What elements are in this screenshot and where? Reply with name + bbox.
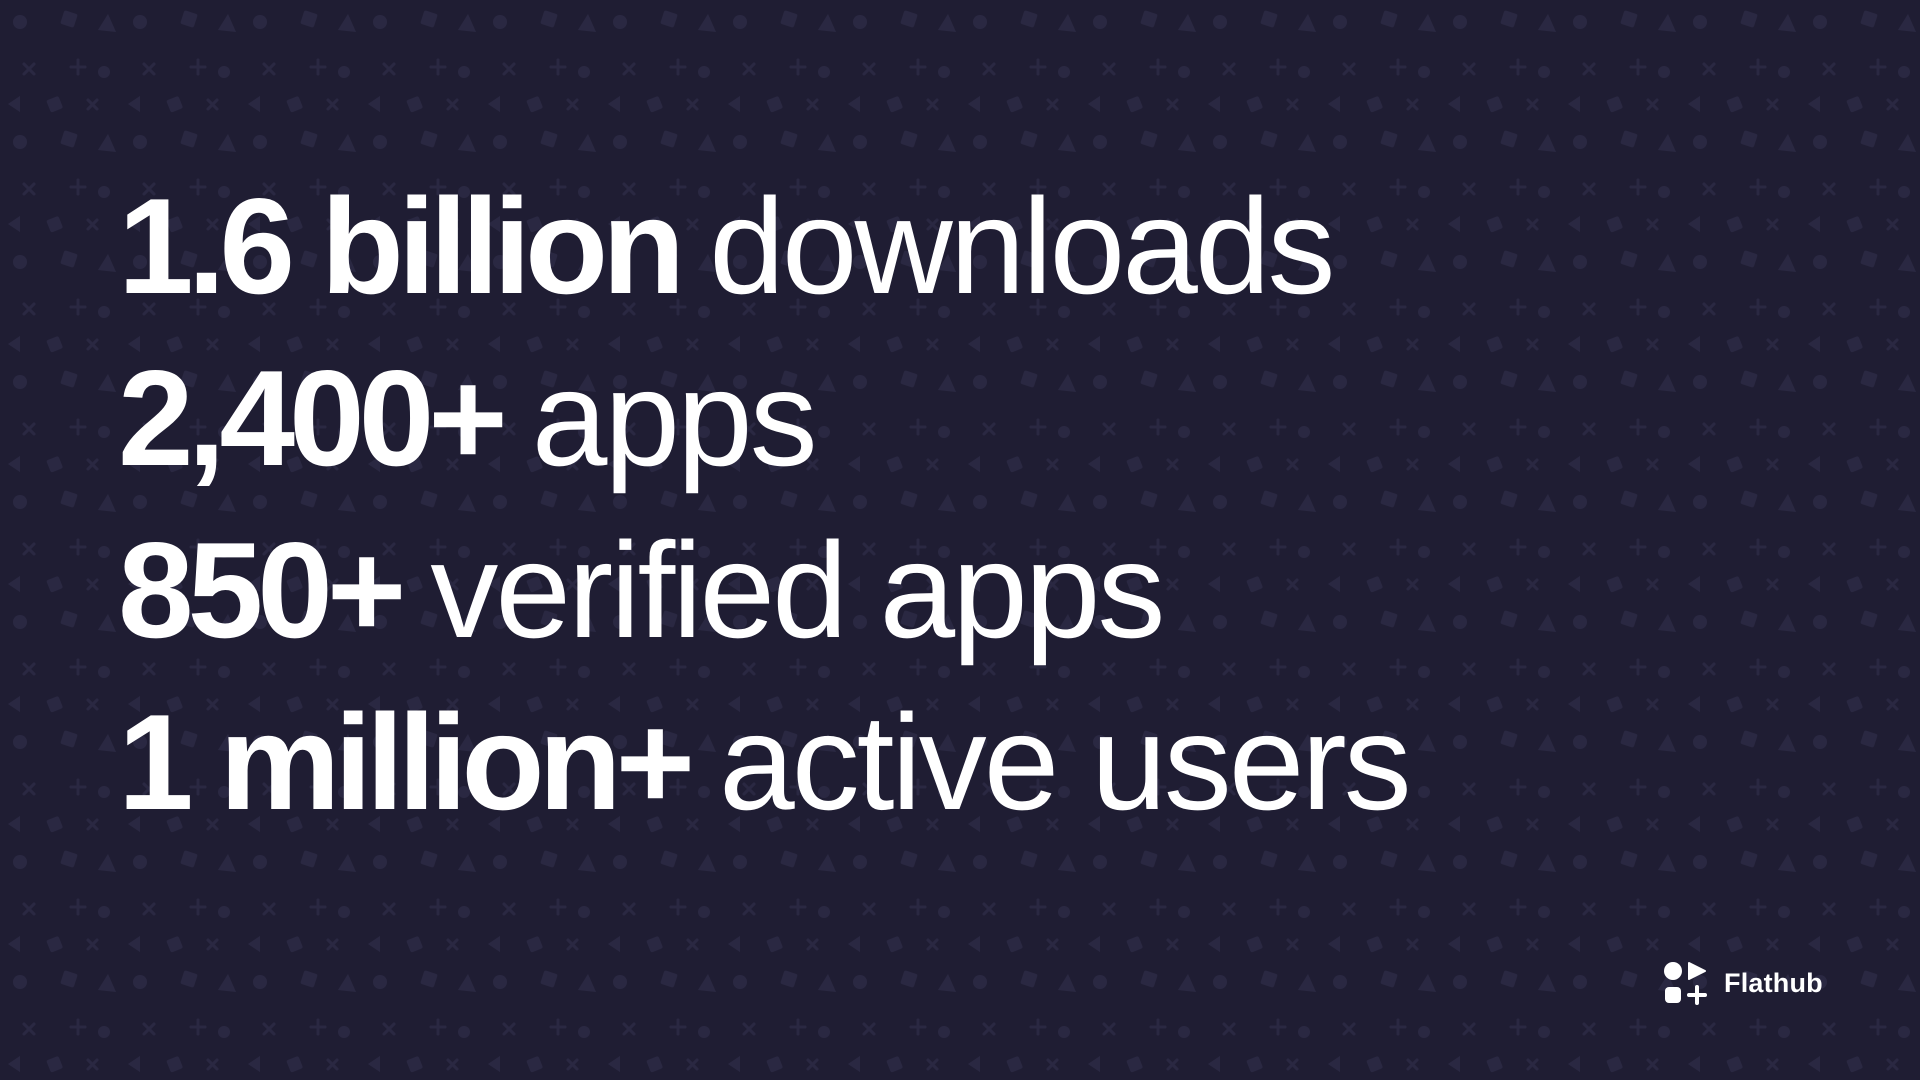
stat-value: 2,400+ bbox=[118, 342, 508, 494]
stat-downloads: 1.6 billion downloads bbox=[118, 160, 1818, 332]
stat-verified-apps: 850+ verified apps bbox=[118, 504, 1818, 676]
stat-label: verified apps bbox=[430, 514, 1165, 666]
stat-value: 850+ bbox=[118, 514, 406, 666]
stats-list: 1.6 billion downloads 2,400+ apps 850+ veri… bbox=[118, 160, 1818, 848]
stat-apps: 2,400+ apps bbox=[118, 332, 1818, 504]
flathub-logo-icon bbox=[1664, 962, 1707, 1005]
stat-value: 1 million+ bbox=[118, 686, 695, 838]
stat-active-users: 1 million+ active users bbox=[118, 676, 1818, 848]
brand-logo: Flathub bbox=[1662, 960, 1823, 1006]
stat-label: downloads bbox=[709, 170, 1335, 322]
stat-value: 1.6 billion bbox=[118, 170, 685, 322]
brand-name: Flathub bbox=[1724, 967, 1823, 998]
stat-label: apps bbox=[531, 342, 818, 494]
stat-label: active users bbox=[719, 686, 1412, 838]
